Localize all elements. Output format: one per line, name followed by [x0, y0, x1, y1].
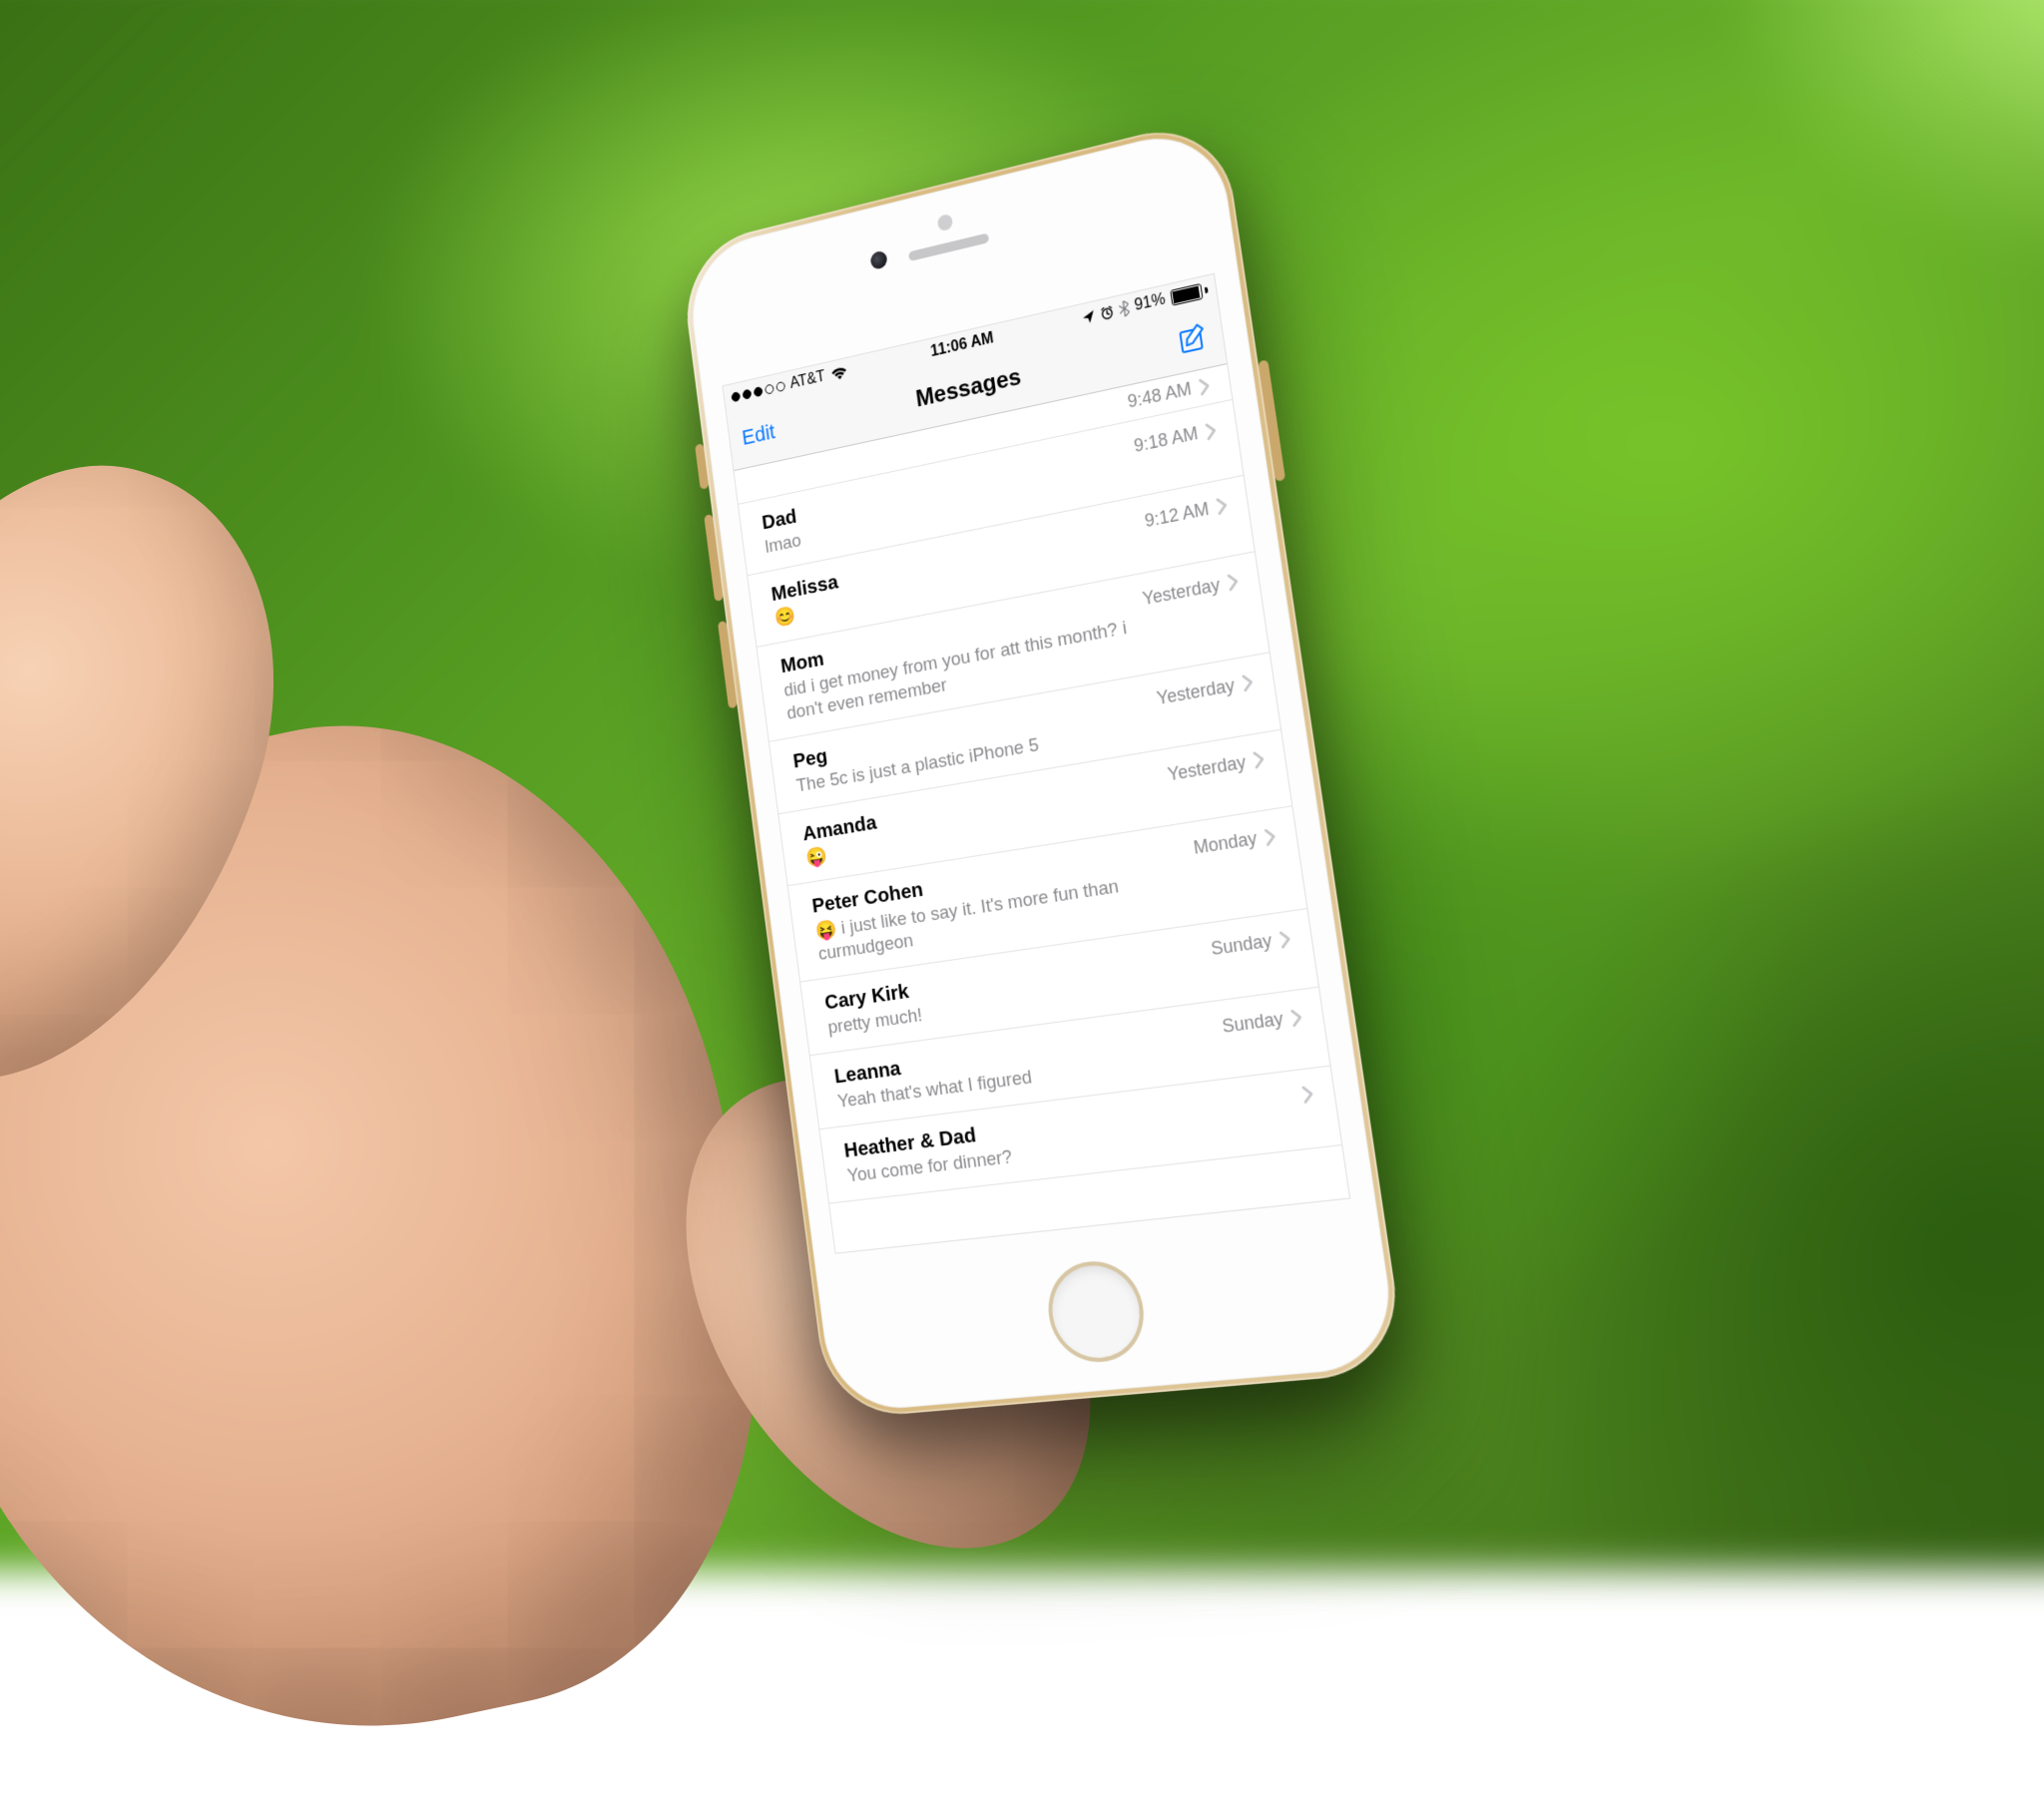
- page-title: Messages: [914, 363, 1023, 413]
- chevron-right-icon: [1264, 827, 1278, 847]
- chevron-right-icon: [1289, 1008, 1303, 1028]
- chevron-right-icon: [1198, 376, 1211, 396]
- signal-strength-icon: [731, 381, 785, 402]
- timestamp-label: Sunday: [1221, 1008, 1284, 1038]
- timestamp-label: Monday: [1193, 828, 1259, 859]
- timestamp-label: Sunday: [1210, 930, 1274, 960]
- timestamp-label: Yesterday: [1142, 575, 1222, 611]
- edit-button[interactable]: Edit: [741, 419, 776, 451]
- screen: AT&T 11:06 AM: [722, 273, 1350, 1254]
- earpiece: [908, 232, 989, 261]
- timestamp-label: Yesterday: [1167, 751, 1248, 785]
- chevron-right-icon: [1301, 1085, 1315, 1105]
- compose-button[interactable]: [1176, 319, 1212, 358]
- chevron-right-icon: [1227, 573, 1240, 593]
- carrier-label: AT&T: [789, 368, 826, 393]
- home-button[interactable]: [1042, 1257, 1150, 1366]
- chevron-right-icon: [1278, 929, 1292, 949]
- proximity-sensor: [937, 214, 954, 232]
- timestamp-label: 9:48 AM: [1126, 378, 1193, 412]
- chevron-right-icon: [1253, 749, 1267, 769]
- chevron-right-icon: [1205, 421, 1218, 441]
- alarm-icon: [1100, 304, 1115, 321]
- compose-icon: [1176, 319, 1212, 358]
- timestamp-label: 9:12 AM: [1144, 499, 1211, 533]
- location-icon: [1082, 309, 1096, 324]
- bluetooth-icon: [1118, 300, 1130, 318]
- chevron-right-icon: [1241, 673, 1255, 692]
- chevron-right-icon: [1216, 496, 1229, 516]
- wifi-icon: [829, 365, 848, 382]
- battery-icon: [1170, 282, 1209, 306]
- timestamp-label: Yesterday: [1156, 675, 1237, 709]
- conversation-list[interactable]: 9:48 AM Dadlmao9:18 AMMelissa😊9:12 AMMom…: [734, 363, 1349, 1253]
- battery-percent-label: 91%: [1134, 290, 1167, 315]
- front-camera: [869, 249, 887, 270]
- timestamp-label: 9:18 AM: [1133, 423, 1200, 457]
